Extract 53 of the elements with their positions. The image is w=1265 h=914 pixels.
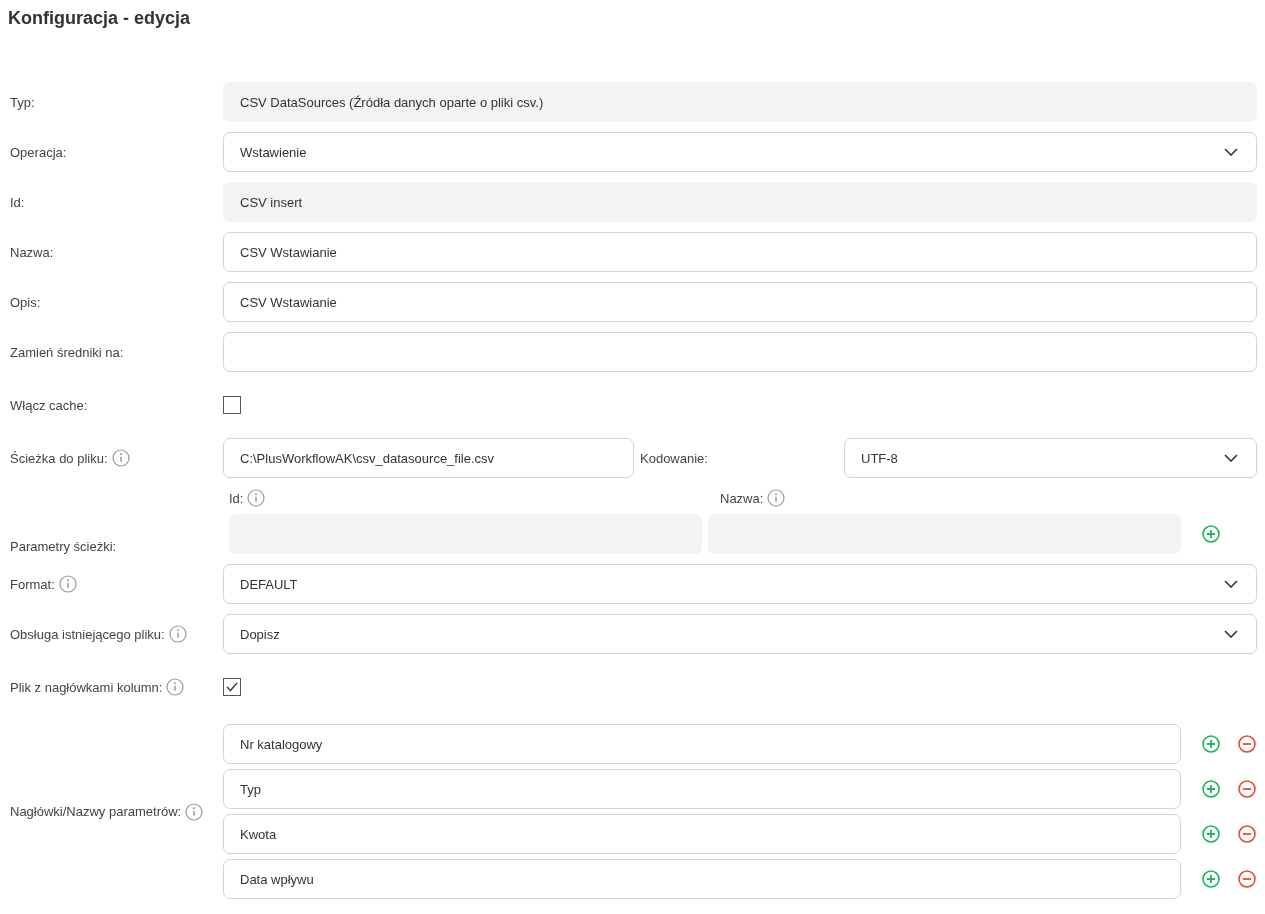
field-label: Opis:	[10, 294, 41, 310]
checkbox[interactable]	[223, 396, 241, 414]
info-icon[interactable]	[767, 489, 786, 507]
column-label: Id:	[229, 490, 244, 506]
add-icon[interactable]	[1202, 825, 1220, 843]
input-field[interactable]: Typ	[223, 769, 1181, 809]
field-label: Plik z nagłówkami kolumn:	[10, 679, 163, 695]
remove-icon[interactable]	[1238, 780, 1256, 798]
select-field[interactable]: DEFAULT	[223, 564, 1257, 604]
column-label: Nazwa:	[720, 490, 764, 506]
chevron-down-icon	[1224, 148, 1238, 156]
input-field[interactable]: Kwota	[223, 814, 1181, 854]
remove-icon[interactable]	[1238, 825, 1256, 843]
info-icon[interactable]	[166, 678, 185, 696]
info-icon[interactable]	[58, 575, 77, 593]
input-field[interactable]: CSV Wstawianie	[223, 282, 1257, 322]
field-label: Ścieżka do pliku:	[10, 450, 108, 466]
chevron-down-icon	[1224, 580, 1238, 588]
add-icon[interactable]	[1202, 780, 1220, 798]
input-field[interactable]: CSV Wstawianie	[223, 232, 1257, 272]
field-label: Zamień średniki na:	[10, 344, 124, 360]
field-label: Kodowanie:	[639, 450, 709, 466]
info-icon[interactable]	[168, 625, 187, 643]
input-field[interactable]: Data wpływu	[223, 859, 1181, 899]
select-field[interactable]: Dopisz	[223, 614, 1257, 654]
select-field[interactable]: UTF-8	[844, 438, 1257, 478]
input-field[interactable]	[223, 332, 1257, 372]
chevron-down-icon	[1224, 630, 1238, 638]
readonly-field: CSV DataSources (Źródła danych oparte o pliki csv.)	[223, 82, 1257, 122]
page-title: Konfiguracja - edycja	[8, 7, 192, 30]
readonly-field: CSV insert	[223, 182, 1257, 222]
input-field[interactable]: Nr katalogowy	[223, 724, 1181, 764]
field-label: Typ:	[10, 94, 35, 110]
field-label: Nazwa:	[10, 244, 54, 260]
info-icon[interactable]	[111, 449, 130, 467]
field-label: Obsługa istniejącego pliku:	[10, 626, 165, 642]
add-icon[interactable]	[1202, 525, 1220, 543]
info-icon[interactable]	[185, 802, 204, 821]
field-label: Nagłówki/Nazwy parametrów:	[10, 804, 182, 819]
remove-icon[interactable]	[1238, 870, 1256, 888]
add-icon[interactable]	[1202, 735, 1220, 753]
field-label: Operacja:	[10, 144, 67, 160]
info-icon[interactable]	[247, 489, 266, 507]
field-label: Format:	[10, 576, 55, 592]
field-label: Id:	[10, 194, 25, 210]
input-field[interactable]: C:\PlusWorkflowAK\csv_datasource_file.csv	[223, 438, 634, 478]
add-icon[interactable]	[1202, 870, 1220, 888]
chevron-down-icon	[1224, 454, 1238, 462]
remove-icon[interactable]	[1238, 735, 1256, 753]
checkbox[interactable]	[223, 678, 241, 696]
select-field[interactable]: Wstawienie	[223, 132, 1257, 172]
field-label: Parametry ścieżki:	[10, 539, 117, 554]
field-label: Włącz cache:	[10, 397, 88, 413]
